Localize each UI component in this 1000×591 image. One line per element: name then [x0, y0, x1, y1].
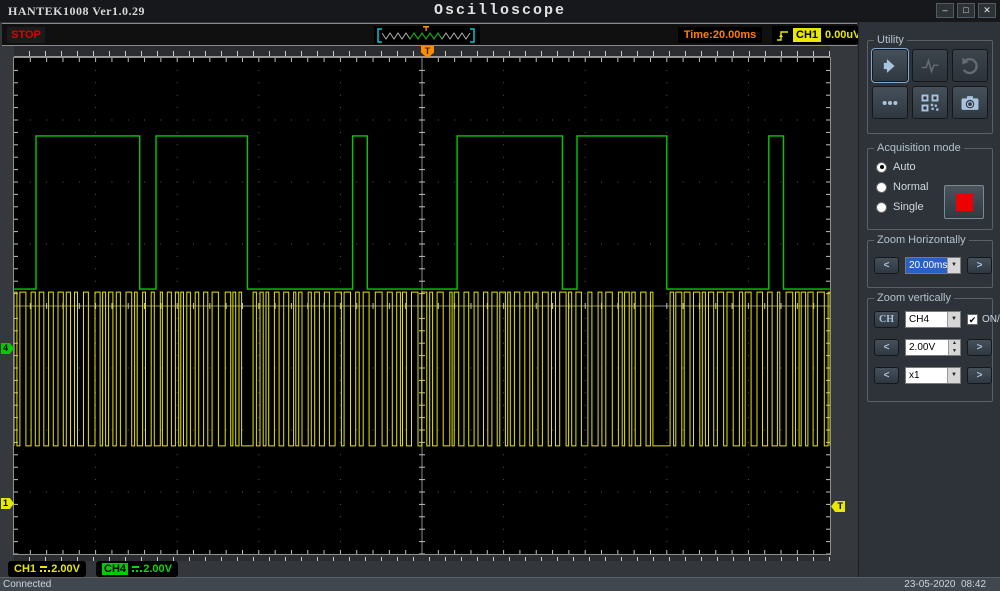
combo-dropdown-icon[interactable]: ▼ — [947, 312, 960, 327]
dc-coupling-icon — [40, 565, 52, 573]
channel-status-row: CH1 2.00V CH4 2.00V — [0, 561, 858, 578]
more-options-button[interactable] — [872, 86, 908, 119]
ch4-scale-value: 2.00V — [143, 563, 172, 575]
camera-icon — [961, 95, 979, 110]
trigger-level-readout: 0.00uV — [825, 29, 861, 41]
timebase-next-button[interactable]: > — [967, 257, 992, 274]
undo-button[interactable] — [952, 49, 988, 82]
zoom-vertical-group: Zoom vertically CH CH4 ▼ ✔ ON/OFF < 2.00… — [867, 292, 1000, 402]
volt-scale-next-button[interactable]: > — [967, 339, 992, 356]
radio-auto-dot[interactable] — [876, 161, 887, 173]
minimize-button[interactable]: – — [936, 3, 954, 18]
scope-graticule-and-traces — [13, 58, 831, 555]
control-sidebar: Utility Acquisition mode Auto Normal Sin… — [858, 22, 1000, 577]
multiplier-combo[interactable]: x1 ▼ — [905, 367, 961, 384]
window-controls: – □ ✕ — [936, 3, 996, 18]
status-bar: Connected 23-05-2020 08:42 — [0, 577, 1000, 591]
utility-group: Utility — [867, 34, 993, 134]
onoff-checkbox[interactable]: ✔ — [967, 314, 978, 325]
dc-coupling-icon — [132, 565, 144, 573]
channel-onoff-toggle[interactable]: ✔ ON/OFF — [967, 314, 1000, 325]
pulse-waveform-icon — [921, 57, 939, 74]
multiplier-next-button[interactable]: > — [967, 367, 992, 384]
volt-scale-spinner[interactable]: 2.00V ▲ ▼ — [905, 339, 961, 356]
timebase-combo-value: 20.00ms — [906, 258, 947, 273]
ch1-scale-value: 2.00V — [51, 563, 80, 575]
top-toolbar: STOP Time:20.00ms CH1 0.00uV — [2, 23, 865, 46]
utility-group-label: Utility — [874, 34, 907, 46]
screenshot-button[interactable] — [952, 86, 988, 119]
channel-combo-value: CH4 — [909, 314, 930, 325]
acquisition-mode-group: Acquisition mode Auto Normal Single — [867, 142, 993, 230]
radio-auto-label: Auto — [893, 161, 916, 173]
waveform-preview[interactable] — [374, 26, 480, 44]
scope-region: T 4 1 T — [0, 46, 858, 562]
maximize-button[interactable]: □ — [957, 3, 975, 18]
title-bar: HANTEK1008 Ver1.0.29 Oscilloscope – □ ✕ — [0, 0, 1000, 22]
acquisition-group-label: Acquisition mode — [874, 142, 964, 154]
stop-square-icon — [955, 193, 973, 211]
radio-normal-dot[interactable] — [876, 181, 887, 193]
radio-single-dot[interactable] — [876, 201, 887, 213]
acquisition-stop-button[interactable] — [944, 185, 984, 219]
qr-code-icon — [921, 94, 939, 111]
ch4-ground-marker[interactable]: 4 — [1, 343, 14, 354]
radio-normal[interactable]: Normal — [876, 181, 928, 193]
timebase-readout: Time:20.00ms — [678, 27, 762, 43]
run-stop-status: STOP — [7, 27, 45, 43]
spin-up-icon[interactable]: ▲ — [949, 340, 960, 348]
combo-dropdown-icon[interactable]: ▼ — [947, 258, 960, 273]
qr-code-button[interactable] — [912, 86, 948, 119]
connection-status: Connected — [3, 579, 52, 590]
ch1-ground-marker[interactable]: 1 — [1, 498, 14, 509]
ch4-label: CH4 — [102, 563, 129, 575]
volt-scale-value: 2.00V — [909, 342, 936, 353]
datetime-readout: 23-05-2020 08:42 — [904, 579, 986, 590]
radio-normal-label: Normal — [893, 181, 929, 193]
zoom-horizontal-label: Zoom Horizontally — [874, 234, 969, 246]
zoom-vertical-label: Zoom vertically — [874, 292, 954, 304]
ellipsis-icon — [882, 100, 898, 105]
ch1-label: CH1 — [14, 563, 37, 575]
radio-auto[interactable]: Auto — [876, 161, 928, 173]
timebase-combo[interactable]: 20.00ms ▼ — [905, 257, 961, 274]
multiplier-combo-value: x1 — [909, 370, 920, 381]
trigger-readout: CH1 0.00uV — [772, 26, 865, 44]
multiplier-prev-button[interactable]: < — [874, 367, 899, 384]
combo-dropdown-icon[interactable]: ▼ — [947, 368, 960, 383]
trigger-level-marker[interactable]: T — [831, 501, 845, 512]
close-button[interactable]: ✕ — [978, 3, 996, 18]
volt-scale-prev-button[interactable]: < — [874, 339, 899, 356]
ch4-scale-badge[interactable]: CH4 2.00V — [96, 561, 178, 577]
oscilloscope-app: HANTEK1008 Ver1.0.29 Oscilloscope – □ ✕ … — [0, 0, 1000, 591]
channel-select-button[interactable]: CH — [874, 311, 899, 328]
timebase-prev-button[interactable]: < — [874, 257, 899, 274]
calibrate-button[interactable] — [912, 49, 948, 82]
radio-single-label: Single — [893, 201, 924, 213]
spin-down-icon[interactable]: ▼ — [949, 347, 960, 355]
back-button[interactable] — [871, 48, 909, 83]
onoff-label: ON/OFF — [982, 314, 1000, 325]
back-arrow-icon — [883, 58, 895, 73]
trigger-source-badge: CH1 — [793, 28, 822, 42]
zoom-horizontal-group: Zoom Horizontally < 20.00ms ▼ > — [867, 234, 993, 288]
trigger-slope-icon — [777, 31, 788, 41]
radio-single[interactable]: Single — [876, 201, 928, 213]
window-title: Oscilloscope — [433, 2, 567, 19]
undo-arrow-icon — [962, 57, 978, 74]
channel-combo[interactable]: CH4 ▼ — [905, 311, 961, 328]
ch1-scale-badge[interactable]: CH1 2.00V — [8, 561, 86, 577]
waveform-preview-icon — [377, 26, 475, 43]
scope-display[interactable] — [13, 57, 831, 555]
